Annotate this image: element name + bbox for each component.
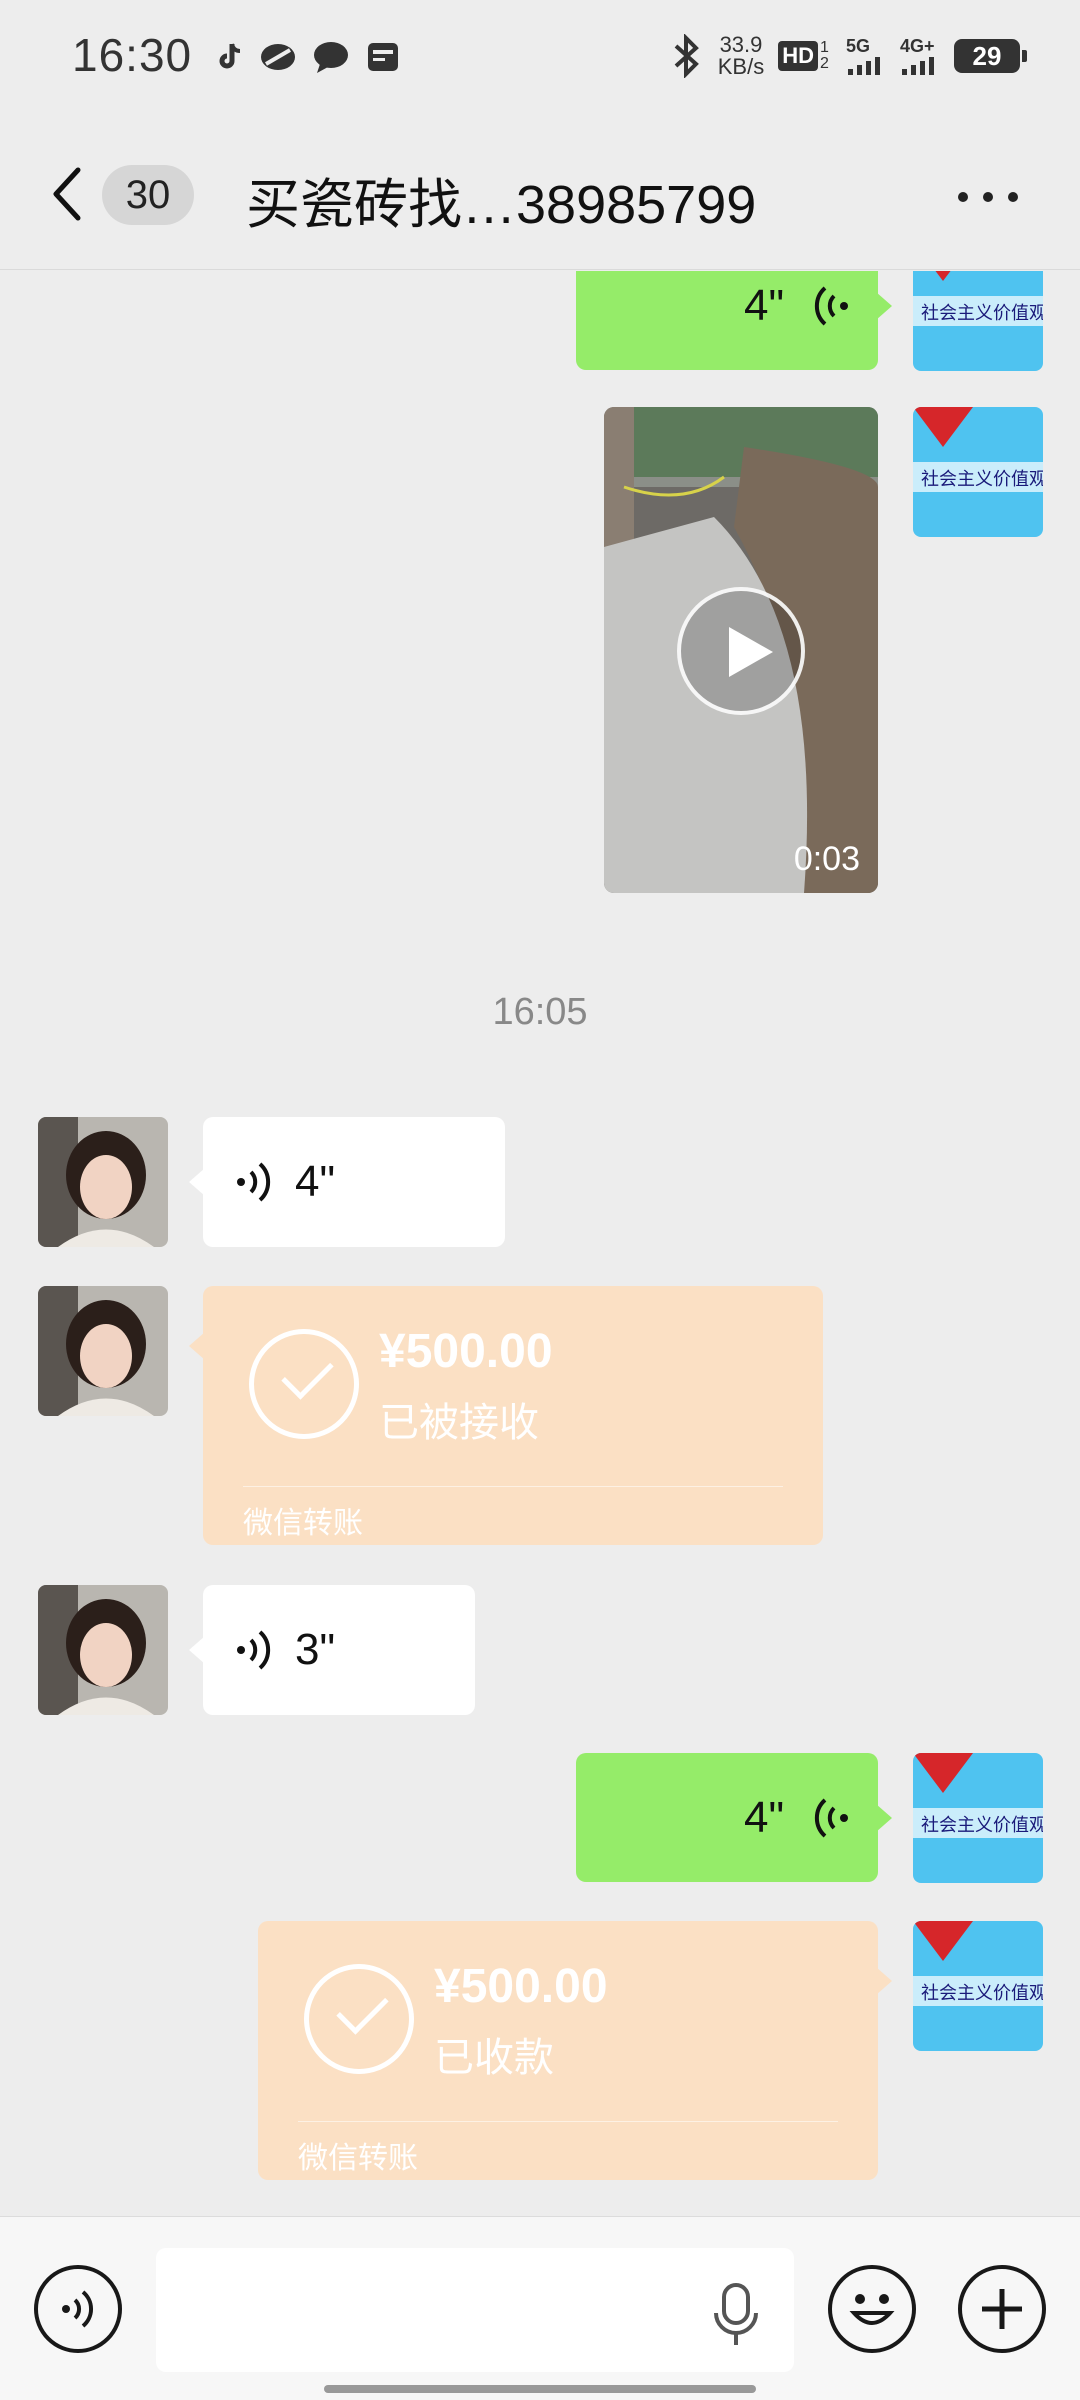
svg-text:社会主义价值观: 社会主义价值观: [921, 469, 1043, 490]
plus-icon: [982, 2289, 1022, 2329]
message-list[interactable]: 4" 社会主义价值观 0:03 社会主义价值观 16:05 4" ¥500.00…: [0, 271, 1080, 2216]
chat-title: 买瓷砖找…38985799: [246, 175, 757, 235]
message-notification-icon: [314, 42, 348, 73]
unread-count-badge[interactable]: 30: [102, 165, 194, 225]
smiley-icon: [849, 2294, 895, 2325]
video-message[interactable]: 0:03: [604, 407, 878, 893]
status-bar: 16:30 33.9 KB/s HD 1 2 5G 4G+ 29: [0, 0, 1080, 120]
more-options-icon[interactable]: [958, 190, 1018, 204]
status-indicators: 33.9 KB/s HD 1 2 5G 4G+ 29: [670, 34, 1027, 78]
emoji-button[interactable]: [828, 2265, 916, 2353]
back-arrow-icon[interactable]: [46, 164, 86, 224]
home-indicator[interactable]: [324, 2385, 756, 2393]
wallet-notification-icon: [368, 43, 398, 71]
status-time: 16:30: [72, 29, 193, 81]
play-icon[interactable]: [677, 587, 805, 715]
voice-wave-icon: [62, 2290, 94, 2328]
voice-duration: 4": [744, 1792, 785, 1842]
voice-wave-icon: [814, 1798, 848, 1838]
self-avatar[interactable]: 社会主义价值观: [913, 1921, 1043, 2051]
voice-input-button[interactable]: [34, 2265, 122, 2353]
app-notification-icon: [261, 44, 295, 70]
chat-header: 30 买瓷砖找…38985799: [0, 120, 1080, 270]
svg-text:社会主义价值观: 社会主义价值观: [921, 1815, 1043, 1836]
transfer-amount: ¥500.00: [434, 1960, 608, 2013]
received-voice-bubble[interactable]: 3": [189, 1585, 475, 1715]
time-divider: 16:05: [492, 991, 588, 1033]
signal-bars-icon: [848, 57, 880, 75]
self-avatar[interactable]: 社会主义价值观: [913, 271, 1043, 371]
hd-sub: 1 2: [820, 39, 829, 72]
self-avatar[interactable]: 社会主义价值观: [913, 407, 1043, 537]
transfer-divider: [298, 2121, 838, 2122]
voice-duration: 3": [295, 1625, 336, 1674]
sent-voice-bubble[interactable]: 4": [576, 1753, 892, 1882]
signal-5g-label: 5G: [846, 36, 871, 56]
svg-text:社会主义价值观: 社会主义价值观: [921, 1983, 1043, 2004]
voice-wave-icon: [237, 1162, 271, 1202]
battery-icon: 29: [954, 39, 1027, 73]
bluetooth-icon: [674, 34, 699, 78]
network-speed-unit: KB/s: [717, 54, 765, 79]
voice-duration: 4": [295, 1157, 336, 1206]
message-input[interactable]: [156, 2248, 794, 2372]
more-functions-button[interactable]: [958, 2265, 1046, 2353]
microphone-icon[interactable]: [708, 2281, 764, 2351]
voice-wave-icon: [237, 1630, 271, 1670]
self-avatar[interactable]: 社会主义价值观: [913, 1753, 1043, 1883]
video-duration: 0:03: [793, 840, 860, 878]
transfer-card[interactable]: ¥500.00 已被接收 微信转账: [189, 1286, 823, 1545]
transfer-card[interactable]: ¥500.00 已收款 微信转账: [258, 1921, 892, 2180]
voice-wave-icon: [814, 286, 848, 326]
transfer-divider: [243, 1486, 783, 1487]
network-speed-value: 33.9: [719, 32, 763, 57]
contact-avatar[interactable]: [38, 1117, 168, 1247]
contact-avatar[interactable]: [38, 1585, 168, 1715]
signal-4g: 4G+: [900, 37, 940, 75]
signal-5g: 5G: [846, 37, 886, 75]
transfer-status: 已收款: [434, 2036, 554, 2080]
voice-duration: 4": [744, 280, 785, 330]
transfer-status: 已被接收: [379, 1401, 539, 1445]
hd-label: HD: [778, 41, 818, 71]
signal-4g-label: 4G+: [900, 36, 935, 56]
network-speed: 33.9 KB/s: [718, 34, 764, 78]
transfer-label: 微信转账: [243, 1507, 363, 1540]
check-circle-icon: [304, 1964, 414, 2074]
svg-text:社会主义价值观: 社会主义价值观: [921, 303, 1043, 324]
sent-voice-bubble[interactable]: 4": [576, 271, 892, 370]
transfer-label: 微信转账: [298, 2142, 418, 2175]
received-voice-bubble[interactable]: 4": [189, 1117, 505, 1247]
transfer-amount: ¥500.00: [379, 1325, 553, 1378]
check-circle-icon: [249, 1329, 359, 1439]
signal-bars-icon: [902, 57, 934, 75]
input-bar: [0, 2216, 1080, 2400]
contact-avatar[interactable]: [38, 1286, 168, 1416]
tiktok-notification-icon: [219, 43, 241, 69]
hd-indicator: HD 1 2: [778, 40, 832, 72]
